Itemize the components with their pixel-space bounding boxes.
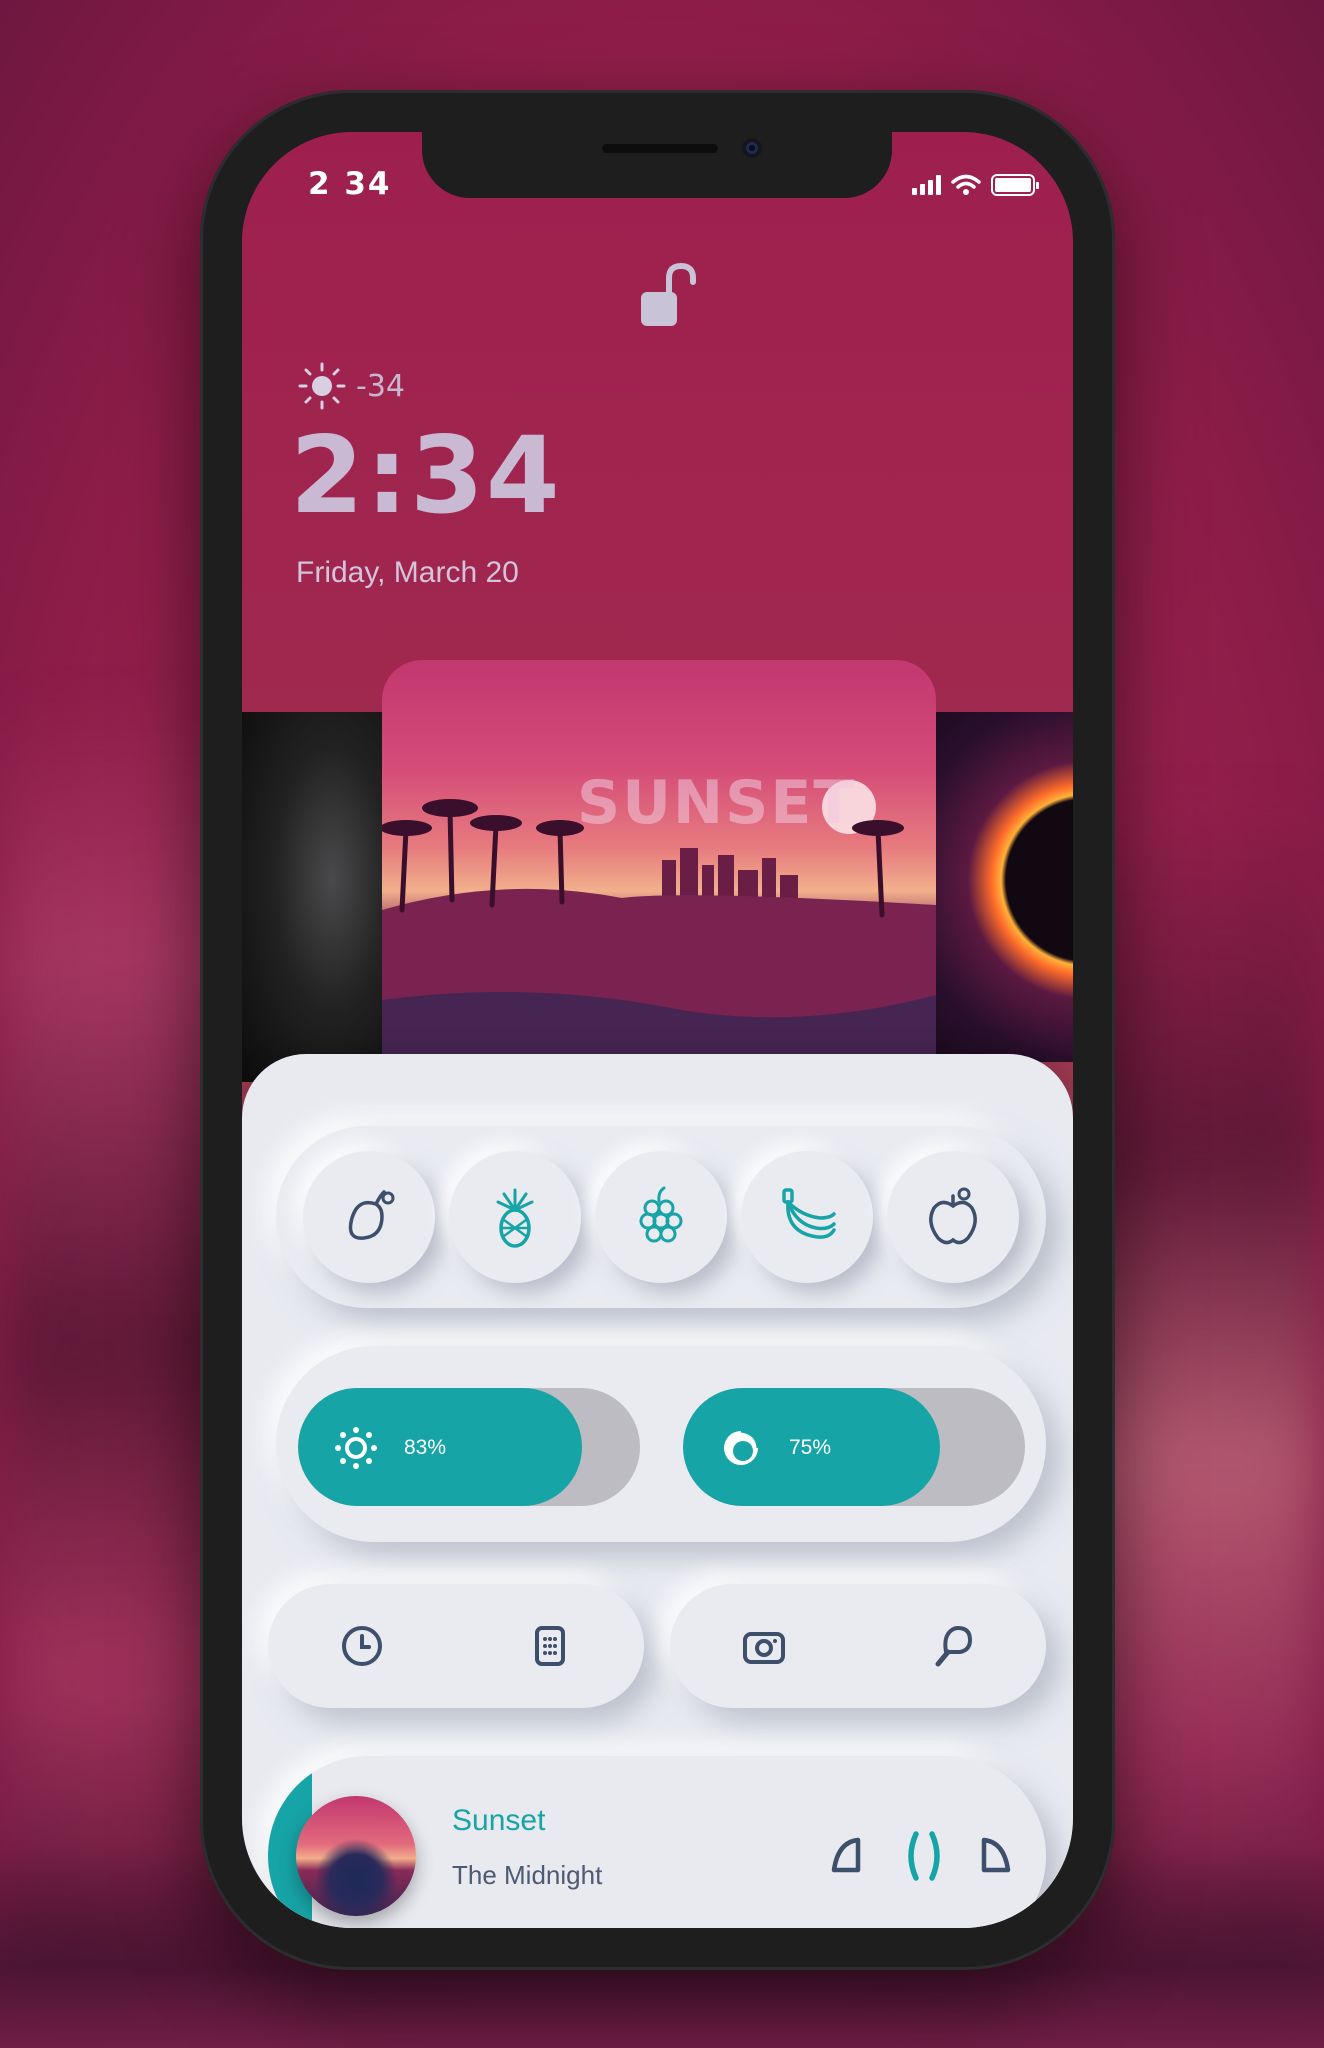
- cellular-signal-icon: [912, 175, 941, 195]
- now-playing-card[interactable]: Sunset The Midnight: [268, 1756, 1046, 1928]
- next-icon[interactable]: [966, 1826, 1026, 1886]
- quick-app-banana[interactable]: [741, 1151, 873, 1283]
- grapes-icon: [639, 1186, 683, 1243]
- mango-icon: [348, 1190, 395, 1240]
- volume-slider[interactable]: 75%: [683, 1388, 1025, 1506]
- lock-clock: 2:34: [290, 414, 562, 537]
- song-title: Sunset: [452, 1804, 546, 1837]
- phone-frame: 2 34 -34 2:34 Friday, March 20 SUNSET 83…: [200, 90, 1115, 1970]
- sliders-row: 83% 75%: [276, 1346, 1046, 1542]
- volume-ring-icon: [724, 1429, 760, 1465]
- lock-date: Friday, March 20: [296, 556, 519, 589]
- front-camera: [742, 138, 762, 158]
- quick-apps-row: [276, 1126, 1046, 1308]
- previous-icon[interactable]: [816, 1826, 876, 1886]
- battery-icon: [991, 174, 1039, 196]
- shortcuts-right: [670, 1584, 1046, 1708]
- phone-screen: 2 34 -34 2:34 Friday, March 20 SUNSET 83…: [242, 132, 1073, 1928]
- album-cover-previous[interactable]: [242, 712, 392, 1082]
- status-icons: [912, 174, 1039, 196]
- album-cover-current[interactable]: SUNSET: [382, 660, 936, 1080]
- notch: [422, 132, 892, 198]
- apple-icon: [929, 1187, 977, 1245]
- pineapple-icon: [496, 1188, 534, 1248]
- unlock-icon[interactable]: [635, 260, 699, 332]
- clock-icon[interactable]: [338, 1622, 386, 1670]
- quick-app-grapes[interactable]: [595, 1151, 727, 1283]
- album-cover-next[interactable]: [933, 712, 1073, 1062]
- banana-icon: [782, 1188, 836, 1239]
- pause-icon[interactable]: [894, 1826, 954, 1886]
- song-artist: The Midnight: [452, 1860, 603, 1890]
- earpiece-speaker: [602, 144, 718, 153]
- quick-app-pineapple[interactable]: [449, 1151, 581, 1283]
- brightness-slider[interactable]: 83%: [298, 1388, 640, 1506]
- quick-app-apple[interactable]: [887, 1151, 1019, 1283]
- quick-app-mango[interactable]: [303, 1151, 435, 1283]
- calculator-icon[interactable]: [526, 1622, 574, 1670]
- now-playing-album-art[interactable]: [296, 1796, 416, 1916]
- wifi-icon: [951, 174, 981, 195]
- camera-icon[interactable]: [740, 1622, 788, 1670]
- status-time: 2 34: [308, 166, 392, 202]
- weather-widget: -34: [296, 360, 405, 412]
- album-skyline-graphic: [382, 799, 936, 1080]
- volume-value: 75%: [789, 1436, 832, 1459]
- sun-icon: [298, 362, 346, 410]
- control-panel: 83% 75% Sunset The Midnight: [242, 1054, 1073, 1928]
- brightness-value: 83%: [404, 1436, 447, 1459]
- brightness-icon: [335, 1427, 377, 1469]
- shortcuts-left: [268, 1584, 644, 1708]
- temperature: -34: [356, 368, 405, 404]
- flashlight-icon[interactable]: [928, 1622, 976, 1670]
